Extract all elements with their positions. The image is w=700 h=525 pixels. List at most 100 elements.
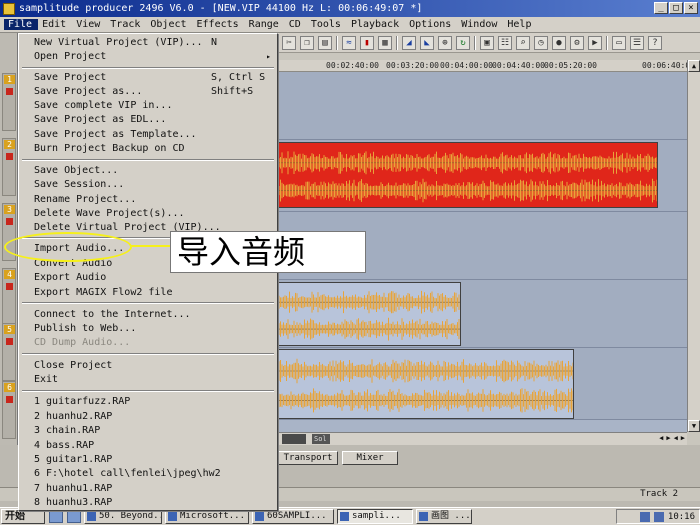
fade-in-icon[interactable]: ◢	[402, 35, 416, 50]
menu-help[interactable]: Help	[503, 19, 537, 30]
quick-launch-icon[interactable]	[67, 510, 81, 523]
record-led-icon[interactable]	[6, 153, 13, 160]
menu-edit[interactable]: Edit	[38, 19, 72, 30]
menu-item-rename-project[interactable]: Rename Project...	[19, 194, 277, 206]
menu-item-open-project[interactable]: Open Project ▸	[19, 51, 277, 63]
menu-item-export-audio[interactable]: Export Audio	[19, 272, 277, 284]
quick-launch-icon[interactable]	[49, 510, 63, 523]
horizontal-scrollbar[interactable]: Sol ◀ ▶ ◀ ▶	[278, 432, 687, 445]
scroll-right-icon[interactable]: ▶	[666, 434, 670, 442]
scroll-thumb[interactable]	[282, 434, 306, 444]
recent-file-item[interactable]: 6 F:\hotel call\fenlei\jpeg\hw2	[19, 468, 277, 480]
marker-icon[interactable]: ▮	[360, 35, 374, 50]
record-led-icon[interactable]	[6, 283, 13, 290]
taskbar-task[interactable]: 50. Beyond...	[84, 509, 162, 524]
snap-icon[interactable]: ⊕	[438, 35, 452, 50]
loop-icon[interactable]: ↻	[456, 35, 470, 50]
maximize-button[interactable]: □	[669, 2, 683, 14]
menu-item-close-project[interactable]: Close Project	[19, 360, 277, 372]
audio-object[interactable]	[278, 349, 574, 419]
menu-playback[interactable]: Playback	[347, 19, 405, 30]
tray-icon[interactable]	[653, 511, 664, 522]
record-led-icon[interactable]	[6, 396, 13, 403]
menu-file[interactable]: File	[4, 19, 39, 30]
audio-object[interactable]	[278, 282, 461, 346]
record-led-icon[interactable]	[6, 338, 13, 345]
recent-file-item[interactable]: 4 bass.RAP	[19, 440, 277, 452]
menu-item-save-as-edl[interactable]: Save Project as EDL...	[19, 114, 277, 126]
recent-file-item[interactable]: 8 huanhu3.RAP	[19, 497, 277, 509]
menu-track[interactable]: Track	[106, 19, 146, 30]
menu-item-publish-web[interactable]: Publish to Web...	[19, 323, 277, 335]
zoom-in-icon[interactable]: ▶	[681, 434, 685, 442]
menu-item-save-object[interactable]: Save Object...	[19, 165, 277, 177]
menu-object[interactable]: Object	[146, 19, 192, 30]
settings-icon[interactable]: ⚙	[570, 35, 584, 50]
menu-cd[interactable]: CD	[285, 19, 307, 30]
record-led-icon[interactable]	[6, 88, 13, 95]
close-button[interactable]: ×	[684, 2, 698, 14]
solo-control[interactable]: Sol	[312, 434, 330, 444]
track-lane[interactable]	[278, 140, 687, 212]
mixer-icon[interactable]: ☷	[498, 35, 512, 50]
copy-icon[interactable]: ❐	[300, 35, 314, 50]
timeline-ruler[interactable]: 00:02:40:00 00:03:20:00 00:04:00:00 00:0…	[278, 60, 700, 72]
track-lane[interactable]	[278, 280, 687, 348]
recent-file-item[interactable]: 7 huanhu1.RAP	[19, 483, 277, 495]
menu-item-burn-backup[interactable]: Burn Project Backup on CD	[19, 143, 277, 155]
menu-item-connect-internet[interactable]: Connect to the Internet...	[19, 309, 277, 321]
taskbar-task-active[interactable]: sampli...	[337, 509, 413, 524]
scroll-down-icon[interactable]: ▼	[688, 420, 700, 432]
menu-options[interactable]: Options	[405, 19, 457, 30]
recent-file-item[interactable]: 3 chain.RAP	[19, 425, 277, 437]
grid-icon[interactable]: ▦	[378, 35, 392, 50]
track-header[interactable]: 2	[2, 138, 16, 196]
recent-file-item[interactable]: 5 guitar1.RAP	[19, 454, 277, 466]
track-header[interactable]: 6	[2, 381, 16, 439]
tray-icon[interactable]	[639, 511, 650, 522]
menu-effects[interactable]: Effects	[193, 19, 245, 30]
recent-file-item[interactable]: 2 huanhu2.RAP	[19, 411, 277, 423]
mixer-button[interactable]: Mixer	[342, 451, 398, 465]
record-led-icon[interactable]	[6, 218, 13, 225]
menu-tools[interactable]: Tools	[307, 19, 347, 30]
menu-item-save-complete-vip[interactable]: Save complete VIP in...	[19, 100, 277, 112]
wave-icon[interactable]: ≈	[342, 35, 356, 50]
track-header[interactable]: 5	[2, 323, 16, 381]
time-icon[interactable]: ◷	[534, 35, 548, 50]
menu-item-delete-wave-project[interactable]: Delete Wave Project(s)...	[19, 208, 277, 220]
menu-item-save-session[interactable]: Save Session...	[19, 179, 277, 191]
menu-window[interactable]: Window	[457, 19, 503, 30]
taskbar-task[interactable]: 画图 ...	[416, 509, 472, 524]
paste-icon[interactable]: ▤	[318, 35, 332, 50]
play-icon[interactable]: ▶	[588, 35, 602, 50]
list-icon[interactable]: ☰	[630, 35, 644, 50]
vertical-scrollbar[interactable]: ▲ ▼	[687, 60, 700, 432]
transport-button[interactable]: Transport	[278, 451, 338, 465]
scroll-left-icon[interactable]: ◀	[659, 434, 663, 442]
menu-item-save-project[interactable]: Save Project S, Ctrl S	[19, 72, 277, 84]
track-header[interactable]: 4	[2, 268, 16, 326]
track-lane[interactable]	[278, 348, 687, 420]
track-header[interactable]: 1	[2, 73, 16, 131]
minimize-button[interactable]: _	[654, 2, 668, 14]
menu-view[interactable]: View	[72, 19, 106, 30]
menu-item-new-vip[interactable]: New Virtual Project (VIP)... N	[19, 37, 277, 49]
fade-out-icon[interactable]: ◣	[420, 35, 434, 50]
audio-object[interactable]	[278, 142, 658, 208]
menu-item-save-as-template[interactable]: Save Project as Template...	[19, 129, 277, 141]
menu-range[interactable]: Range	[245, 19, 285, 30]
zoom-icon[interactable]: ⌕	[516, 35, 530, 50]
menu-item-save-project-as[interactable]: Save Project as... Shift+S	[19, 86, 277, 98]
start-button[interactable]: 开始	[1, 509, 45, 524]
view-icon[interactable]: ▭	[612, 35, 626, 50]
menu-item-export-flow2[interactable]: Export MAGIX Flow2 file	[19, 287, 277, 299]
monitor-icon[interactable]: ▣	[480, 35, 494, 50]
taskbar-task[interactable]: Microsoft...	[165, 509, 249, 524]
zoom-out-icon[interactable]: ◀	[674, 434, 678, 442]
taskbar-task[interactable]: 60SAMPLI...	[252, 509, 334, 524]
help-icon[interactable]: ?	[648, 35, 662, 50]
menu-item-exit[interactable]: Exit	[19, 374, 277, 386]
scroll-up-icon[interactable]: ▲	[688, 60, 700, 72]
recent-file-item[interactable]: 1 guitarfuzz.RAP	[19, 396, 277, 408]
